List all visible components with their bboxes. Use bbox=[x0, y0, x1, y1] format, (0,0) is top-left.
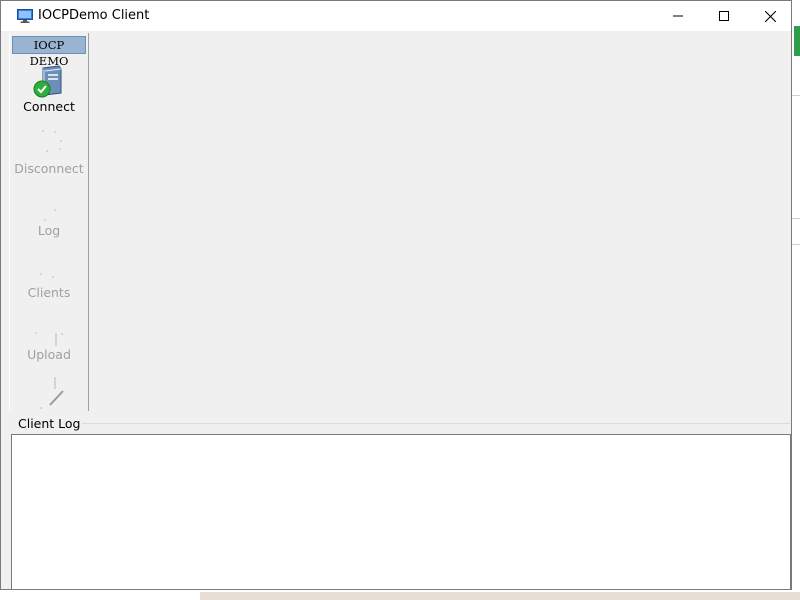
client-log-label: Client Log bbox=[17, 416, 82, 431]
close-button[interactable] bbox=[747, 1, 793, 31]
maximize-button[interactable] bbox=[701, 1, 747, 31]
background-window-edge bbox=[792, 0, 800, 600]
title-bar[interactable]: IOCPDemo Client bbox=[1, 1, 791, 31]
minimize-icon bbox=[673, 15, 683, 17]
log-group-border bbox=[81, 423, 790, 424]
client-log-textarea[interactable] bbox=[11, 434, 791, 590]
toolbar-header: IOCP DEMO bbox=[12, 36, 86, 68]
log-icon bbox=[44, 209, 56, 221]
minimize-button[interactable] bbox=[655, 1, 701, 31]
left-toolbar: IOCP DEMO Connect Disconnect Log Clients… bbox=[9, 33, 89, 411]
main-window: IOCPDemo Client IOCP DEMO Connect Discon… bbox=[0, 0, 792, 590]
background-divider bbox=[792, 244, 800, 245]
disconnect-button[interactable]: Disconnect bbox=[10, 127, 88, 183]
server-connect-icon bbox=[33, 65, 62, 98]
monitor-icon bbox=[17, 9, 33, 23]
download-button[interactable] bbox=[10, 375, 88, 411]
disconnect-label: Disconnect bbox=[14, 161, 84, 176]
disconnect-icon bbox=[42, 130, 62, 152]
upload-icon bbox=[35, 332, 63, 346]
connect-button[interactable]: Connect bbox=[10, 65, 88, 121]
background-divider bbox=[792, 95, 800, 96]
log-label: Log bbox=[37, 223, 61, 238]
clients-button[interactable]: Clients bbox=[10, 251, 88, 307]
window-title: IOCPDemo Client bbox=[38, 8, 150, 23]
upload-label: Upload bbox=[27, 347, 71, 362]
log-button[interactable]: Log bbox=[10, 189, 88, 245]
maximize-icon bbox=[719, 11, 729, 21]
connect-label: Connect bbox=[23, 99, 75, 114]
download-icon bbox=[40, 377, 64, 409]
clients-label: Clients bbox=[27, 285, 71, 300]
background-divider bbox=[792, 218, 800, 219]
background-panel-stripe bbox=[200, 592, 800, 600]
close-icon bbox=[764, 10, 776, 22]
upload-button[interactable]: Upload bbox=[10, 313, 88, 369]
clients-icon bbox=[40, 273, 54, 278]
background-green-button bbox=[794, 26, 800, 56]
